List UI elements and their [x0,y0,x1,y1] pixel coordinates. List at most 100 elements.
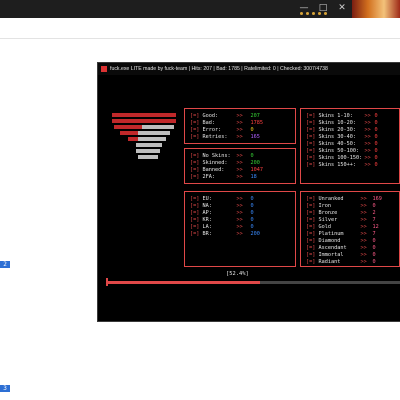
region-row: [=] BR: >> 200 [190,231,260,238]
row-value: 0 [250,153,254,159]
skins-row: [=] Skins 10-20: >> 0 [306,120,378,127]
row-label: LA: [202,224,212,230]
row-arrow-icon: >> [360,196,367,202]
skins-row: [=] Skins 40-50: >> 0 [306,141,378,148]
wallpaper-thumbnail [352,0,400,18]
skins-row: [=] Skins 50-100: >> 0 [306,148,378,155]
row-bullet-icon: [=] [190,231,203,237]
row-label: Radiant [318,259,341,265]
row-label: Skins 30-40: [318,134,356,140]
row-arrow-icon: >> [360,217,367,223]
left-edge-badge[interactable]: 2 [0,261,10,268]
row-arrow-icon: >> [364,141,371,147]
skins-row: [=] Skins 30-40: >> 0 [306,134,378,141]
region-row: [=] AP: >> 0 [190,210,254,217]
row-arrow-icon: >> [364,120,371,126]
row-value: 0 [374,141,378,147]
account-row: [=] No Skins: >> 0 [190,153,254,160]
row-bullet-icon: [=] [190,120,203,126]
row-value: 1785 [250,120,264,126]
row-arrow-icon: >> [236,153,243,159]
row-value: 7 [372,217,376,223]
row-label: Skins 50-100: [318,148,360,154]
row-label: Skins 10-20: [318,120,356,126]
progress-percentage: [52.4%] [226,271,249,277]
row-bullet-icon: [=] [306,224,319,230]
row-value: 0 [374,134,378,140]
row-bullet-icon: [=] [190,153,203,159]
region-panel: [=] EU: >> 0 [=] NA: >> 0 [=] AP: >> 0 [=] KR: >> 0… [184,191,296,267]
left-edge-badge[interactable]: 3 [0,385,10,392]
row-arrow-icon: >> [236,127,243,133]
stats-panel: [=] Good: >> 207 [=] Bad: >> 1785 [=] Error: >>… [184,108,296,144]
skins-count-panel: [=] Skins 1-10: >> 0 [=] Skins 10-20: >> 0 [=]… [300,108,400,184]
region-row: [=] NA: >> 0 [190,203,254,210]
stat-row: [=] Bad: >> 1785 [190,120,263,127]
row-label: Silver [318,217,338,223]
row-arrow-icon: >> [236,217,243,223]
row-label: Ascendant [318,245,347,251]
row-bullet-icon: [=] [306,162,319,168]
row-bullet-icon: [=] [306,196,319,202]
row-bullet-icon: [=] [306,134,319,140]
row-arrow-icon: >> [364,113,371,119]
row-label: Platinum [318,231,344,237]
row-label: Diamond [318,238,341,244]
skins-row: [=] Skins 20-30: >> 0 [306,127,378,134]
logo-line [142,125,174,129]
row-label: Iron [318,203,332,209]
maximize-button[interactable]: □ [316,3,330,14]
row-value: 0 [374,162,378,168]
row-label: Skinned: [202,160,228,166]
row-arrow-icon: >> [236,113,243,119]
row-label: Banned: [202,167,225,173]
row-value: 200 [250,231,260,237]
row-arrow-icon: >> [364,155,371,161]
rank-row: [=] Gold >> 12 [306,224,379,231]
row-value: 0 [250,196,254,202]
row-label: BR: [202,231,212,237]
row-value: 12 [372,224,379,230]
logo-line [112,119,176,123]
row-label: No Skins: [202,153,231,159]
row-bullet-icon: [=] [306,231,319,237]
logo-line [138,155,158,159]
row-bullet-icon: [=] [306,210,319,216]
row-label: NA: [202,203,212,209]
stat-row: [=] Good: >> 207 [190,113,260,120]
row-bullet-icon: [=] [306,245,319,251]
rank-panel: [=] Unranked >> 169 [=] Iron >> 0 [=] Bronze >>… [300,191,400,267]
row-value: 200 [250,160,260,166]
row-bullet-icon: [=] [306,141,319,147]
close-button[interactable]: ✕ [335,3,349,14]
rank-row: [=] Unranked >> 169 [306,196,382,203]
row-value: 0 [374,113,378,119]
rank-row: [=] Bronze >> 2 [306,210,376,217]
progress-bar-fill [106,281,261,284]
row-value: 18 [250,174,257,180]
logo-line [128,137,138,141]
row-arrow-icon: >> [236,231,243,237]
row-label: Retries: [202,134,228,140]
region-row: [=] EU: >> 0 [190,196,254,203]
skins-row: [=] Skins 100-150: >> 0 [306,155,378,162]
row-arrow-icon: >> [364,148,371,154]
rank-row: [=] Platinum >> 7 [306,231,376,238]
row-bullet-icon: [=] [190,127,203,133]
row-arrow-icon: >> [360,259,367,265]
row-arrow-icon: >> [236,210,243,216]
row-arrow-icon: >> [360,238,367,244]
console-title-text: fuck.exe LITE made by fuck-team | Hits: … [110,66,328,72]
row-arrow-icon: >> [236,196,243,202]
row-label: KR: [202,217,212,223]
skins-row: [=] Skins 150++: >> 0 [306,162,378,169]
row-label: Immortal [318,252,344,258]
minimize-button[interactable]: — [297,3,311,14]
row-label: Skins 1-10: [318,113,353,119]
console-titlebar: fuck.exe LITE made by fuck-team | Hits: … [98,63,400,75]
rank-row: [=] Radiant >> 0 [306,259,376,266]
row-value: 207 [250,113,260,119]
row-arrow-icon: >> [360,231,367,237]
row-value: 0 [250,210,254,216]
row-value: 0 [372,252,376,258]
